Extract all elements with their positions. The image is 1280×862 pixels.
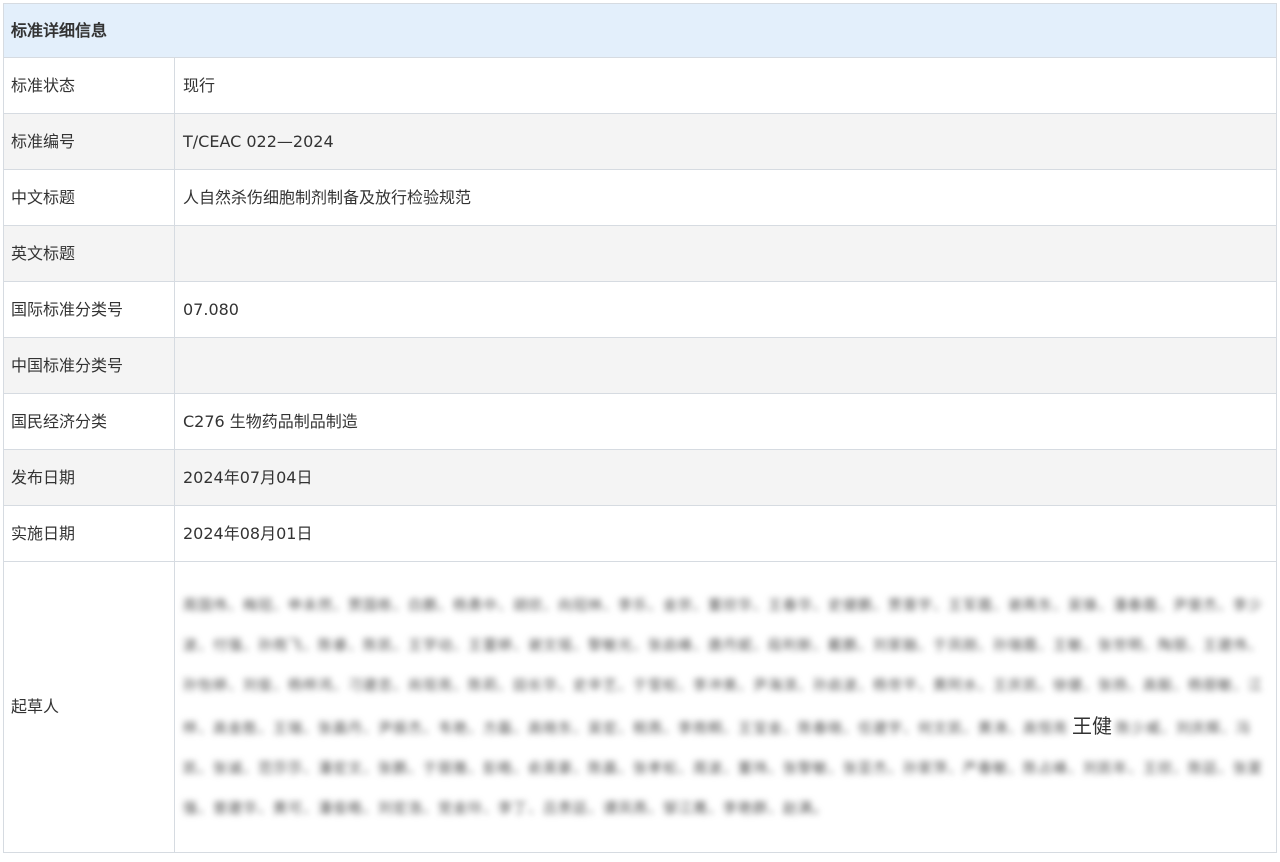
section-title: 标准详细信息 xyxy=(2,3,1278,58)
table-row-chinese-title: 中文标题 人自然杀伤细胞制剂制备及放行检验规范 xyxy=(3,169,1278,226)
standard-detail-table: 标准详细信息 标准状态 现行 标准编号 T/CEAC 022—2024 中文标题… xyxy=(2,3,1278,853)
table-row-ccs: 中国标准分类号 xyxy=(3,337,1278,394)
row-value: 人自然杀伤细胞制剂制备及放行检验规范 xyxy=(173,169,1278,226)
standard-detail-panel: 标准详细信息 标准状态 现行 标准编号 T/CEAC 022—2024 中文标题… xyxy=(2,3,1278,853)
row-label: 标准编号 xyxy=(3,113,175,170)
table-row-standard-number: 标准编号 T/CEAC 022—2024 xyxy=(3,113,1278,170)
row-value: T/CEAC 022—2024 xyxy=(173,113,1278,170)
row-value: 07.080 xyxy=(173,281,1278,338)
row-label: 国民经济分类 xyxy=(3,393,175,450)
row-label: 实施日期 xyxy=(3,505,175,562)
row-value: 现行 xyxy=(173,57,1278,114)
row-label: 标准状态 xyxy=(3,57,175,114)
row-label: 中文标题 xyxy=(3,169,175,226)
row-value: 2024年08月01日 xyxy=(173,505,1278,562)
table-row-effective-date: 实施日期 2024年08月01日 xyxy=(3,505,1278,562)
table-row-publish-date: 发布日期 2024年07月04日 xyxy=(3,449,1278,506)
row-value xyxy=(173,225,1278,282)
row-label: 起草人 xyxy=(3,561,175,853)
drafter-highlighted-name: 王健 xyxy=(1072,713,1112,738)
row-label: 中国标准分类号 xyxy=(3,337,175,394)
table-row-ics: 国际标准分类号 07.080 xyxy=(3,281,1278,338)
row-label: 英文标题 xyxy=(3,225,175,282)
row-value: C276 生物药品制品制造 xyxy=(173,393,1278,450)
table-row-english-title: 英文标题 xyxy=(3,225,1278,282)
row-value xyxy=(173,337,1278,394)
drafter-list: 周国伟、梅冠、申未然、贾国栋、白鹏、杨勇中、胡欣、向冠林、李乐、金宗、董欣华、王… xyxy=(183,580,1276,835)
row-label: 发布日期 xyxy=(3,449,175,506)
row-label: 国际标准分类号 xyxy=(3,281,175,338)
table-row-drafters: 起草人 周国伟、梅冠、申未然、贾国栋、白鹏、杨勇中、胡欣、向冠林、李乐、金宗、董… xyxy=(3,561,1278,853)
table-row-economic-class: 国民经济分类 C276 生物药品制品制造 xyxy=(3,393,1278,450)
table-row-status: 标准状态 现行 xyxy=(3,57,1278,114)
table-header-row: 标准详细信息 xyxy=(2,3,1278,58)
drafters-value: 周国伟、梅冠、申未然、贾国栋、白鹏、杨勇中、胡欣、向冠林、李乐、金宗、董欣华、王… xyxy=(173,561,1278,853)
row-value: 2024年07月04日 xyxy=(173,449,1278,506)
